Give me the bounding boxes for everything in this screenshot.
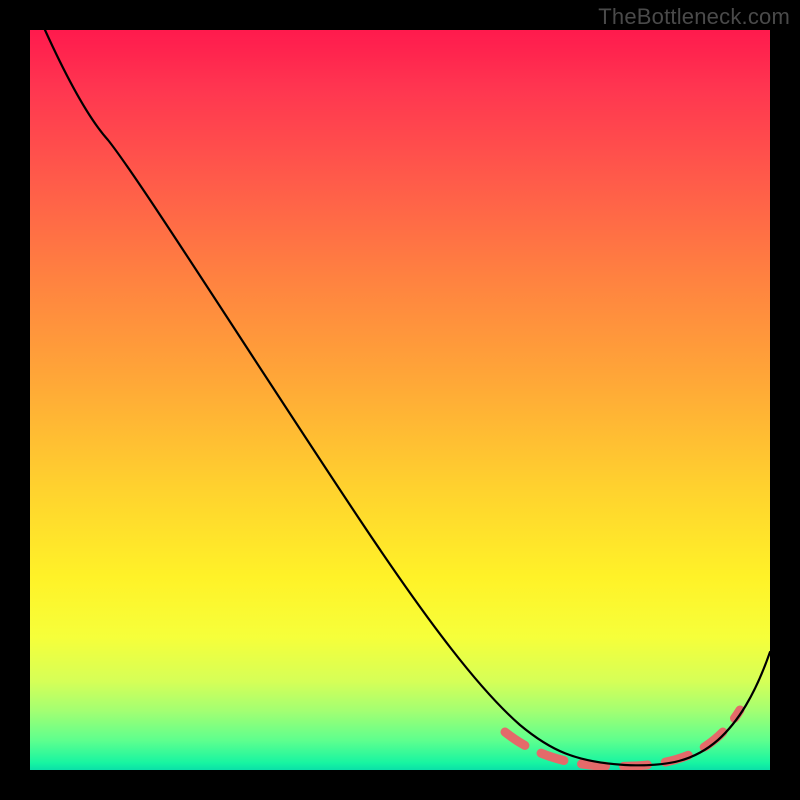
optimal-range-dash (505, 710, 740, 766)
bottleneck-curve-line (45, 30, 770, 765)
watermark-text: TheBottleneck.com (598, 4, 790, 30)
plot-area (30, 30, 770, 770)
chart-frame: TheBottleneck.com (0, 0, 800, 800)
curve-layer (30, 30, 770, 770)
